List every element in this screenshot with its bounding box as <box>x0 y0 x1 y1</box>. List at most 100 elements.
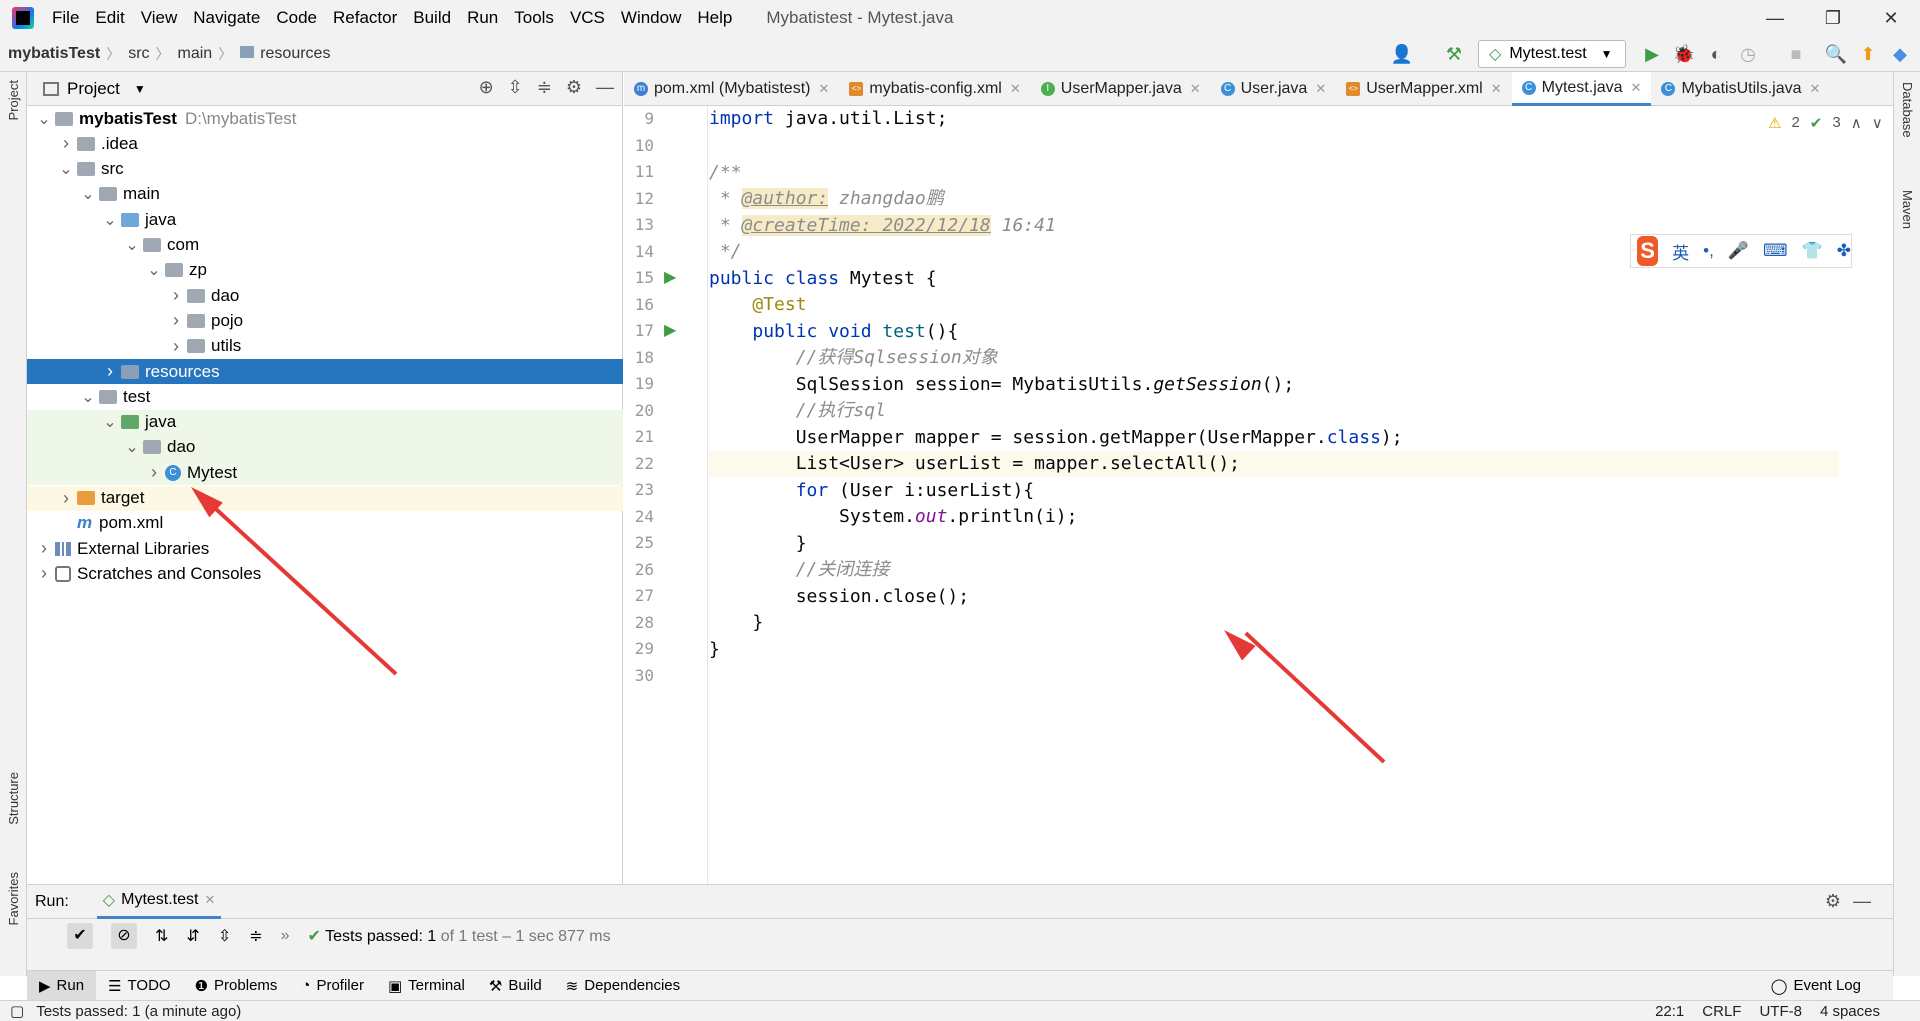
line-separator[interactable]: CRLF <box>1702 1003 1741 1020</box>
tree-node[interactable]: ⌄ zp <box>27 258 623 283</box>
chevron-right-icon[interactable]: › <box>167 336 185 357</box>
chevron-down-icon[interactable]: ⌄ <box>79 184 97 204</box>
editor-tab[interactable]: <> mybatis-config.xml ✕ <box>839 72 1030 106</box>
toolbox-grid-icon[interactable]: ✤ <box>1837 241 1851 261</box>
hide-icon[interactable]: — <box>596 77 614 98</box>
chevron-down-icon[interactable]: ▼ <box>134 82 146 96</box>
menu-view[interactable]: View <box>133 8 186 28</box>
tree-node[interactable]: ⌄ test <box>27 384 623 409</box>
sort-duration-icon[interactable]: ⇵ <box>186 926 199 946</box>
menu-navigate[interactable]: Navigate <box>185 8 268 28</box>
tree-node[interactable]: › .idea <box>27 131 623 156</box>
expand-all-icon[interactable]: ⇳ <box>508 77 523 98</box>
menu-edit[interactable]: Edit <box>87 8 132 28</box>
close-icon[interactable]: ✕ <box>1862 0 1920 36</box>
stop-icon[interactable]: ■ <box>1784 42 1808 66</box>
editor-tab[interactable]: C Mytest.java ✕ <box>1511 72 1652 106</box>
tool-window-build[interactable]: ⚒ Build <box>477 971 554 1001</box>
run-icon[interactable]: ▶ <box>1640 42 1664 66</box>
sort-alpha-icon[interactable]: ⇅ <box>155 926 168 946</box>
locate-icon[interactable]: ⊕ <box>479 77 494 98</box>
project-tool-tab[interactable]: Project <box>6 80 21 120</box>
microphone-icon[interactable]: 🎤 <box>1728 241 1749 261</box>
chevron-down-icon[interactable]: ⌄ <box>123 235 141 255</box>
chevron-right-icon[interactable]: › <box>35 563 53 584</box>
menu-refactor[interactable]: Refactor <box>325 8 405 28</box>
close-icon[interactable]: ✕ <box>1010 81 1021 97</box>
breadcrumb-project[interactable]: mybatisTest <box>0 45 106 63</box>
tree-node[interactable]: › External Libraries <box>27 536 623 561</box>
chevron-down-icon[interactable]: ⌄ <box>101 210 119 230</box>
tool-window-terminal[interactable]: ▣ Terminal <box>376 971 477 1001</box>
chevron-right-icon[interactable]: › <box>145 462 163 483</box>
menu-vcs[interactable]: VCS <box>562 8 613 28</box>
chevron-down-icon[interactable]: ⌄ <box>35 109 53 129</box>
run-configuration-select[interactable]: ◇ Mytest.test ▼ <box>1478 40 1626 68</box>
panel-toggle-icon[interactable]: ▢ <box>10 1002 24 1020</box>
tree-node[interactable]: ⌄ main <box>27 182 623 207</box>
chevron-down-icon[interactable]: ⌄ <box>101 412 119 432</box>
tree-node[interactable]: › dao <box>27 283 623 308</box>
chevron-right-icon[interactable]: › <box>57 133 75 154</box>
ime-language[interactable]: 英 <box>1672 239 1689 264</box>
keyboard-icon[interactable]: ⌨ <box>1763 241 1788 261</box>
ime-punct[interactable]: •, <box>1703 241 1714 261</box>
breadcrumb-main[interactable]: main <box>170 45 219 63</box>
editor-tab[interactable]: m pom.xml (Mybatistest) ✕ <box>624 72 839 106</box>
status-message[interactable]: Tests passed: 1 (a minute ago) <box>36 1003 241 1020</box>
tree-node[interactable]: › pojo <box>27 308 623 333</box>
close-icon[interactable]: ✕ <box>204 892 215 908</box>
favorites-tool-tab[interactable]: Favorites <box>6 872 21 925</box>
update-icon[interactable]: ⬆ <box>1856 42 1880 66</box>
tool-window-profiler[interactable]: ◔ Profiler <box>289 971 376 1001</box>
tree-node[interactable]: › Scratches and Consoles <box>27 561 623 586</box>
chevron-down-icon[interactable]: ⌄ <box>123 437 141 457</box>
close-icon[interactable]: ✕ <box>1631 80 1642 96</box>
chevron-down-icon[interactable]: ⌄ <box>57 159 75 179</box>
tree-node[interactable]: ⌄ dao <box>27 434 623 460</box>
caret-position[interactable]: 22:1 <box>1655 1003 1684 1020</box>
show-passed-icon[interactable]: ✔ <box>67 923 93 949</box>
event-log[interactable]: ◯ Event Log <box>1759 971 1873 1001</box>
minimize-icon[interactable]: — <box>1746 0 1804 36</box>
tool-window-dependencies[interactable]: ≋ Dependencies <box>554 971 692 1001</box>
chevron-down-icon[interactable]: ⌄ <box>145 260 163 280</box>
run-test-gutter-icon[interactable]: ▶ <box>664 320 682 339</box>
more-icon[interactable]: » <box>281 927 290 945</box>
menu-file[interactable]: File <box>44 8 87 28</box>
menu-run[interactable]: Run <box>459 8 506 28</box>
show-ignored-icon[interactable]: ⊘ <box>111 923 137 949</box>
tree-node[interactable]: › utils <box>27 334 623 359</box>
chevron-right-icon[interactable]: › <box>35 538 53 559</box>
indent-setting[interactable]: 4 spaces <box>1820 1003 1880 1020</box>
restore-icon[interactable]: ❐ <box>1804 0 1862 36</box>
tree-node[interactable]: m pom.xml <box>27 511 623 536</box>
collapse-all-icon[interactable]: ≑ <box>249 926 262 946</box>
chevron-right-icon[interactable]: › <box>167 310 185 331</box>
gear-icon[interactable]: ⚙ <box>566 77 582 98</box>
chevron-down-icon[interactable]: ∨ <box>1872 114 1883 132</box>
tree-node[interactable]: › target <box>27 485 623 511</box>
user-icon[interactable]: 👤 <box>1390 42 1414 66</box>
tree-node[interactable]: › C Mytest <box>27 460 623 486</box>
build-hammer-icon[interactable]: ⚒ <box>1442 42 1466 66</box>
chevron-down-icon[interactable]: ⌄ <box>79 387 97 407</box>
tree-node[interactable]: ⌄ mybatisTest D:\mybatisTest <box>27 106 623 131</box>
chevron-right-icon[interactable]: › <box>167 285 185 306</box>
project-panel-title[interactable]: Project <box>67 79 120 99</box>
structure-tool-tab[interactable]: Structure <box>6 772 21 825</box>
tree-node[interactable]: ⌄ com <box>27 233 623 258</box>
tree-node[interactable]: ⌄ java <box>27 207 623 232</box>
run-test-gutter-icon[interactable]: ▶ <box>664 267 682 286</box>
close-icon[interactable]: ✕ <box>1315 81 1326 97</box>
close-icon[interactable]: ✕ <box>1809 81 1820 97</box>
editor-tab[interactable]: C User.java ✕ <box>1211 72 1337 106</box>
tool-window-todo[interactable]: ☰ TODO <box>96 971 183 1001</box>
debug-icon[interactable]: 🐞 <box>1672 42 1696 66</box>
skin-icon[interactable]: 👕 <box>1802 241 1823 261</box>
tool-window-problems[interactable]: ❶ Problems <box>183 971 290 1001</box>
expand-all-icon[interactable]: ⇳ <box>218 926 231 946</box>
tree-node[interactable]: ⌄ src <box>27 157 623 182</box>
chevron-up-icon[interactable]: ∧ <box>1851 114 1862 132</box>
hide-icon[interactable]: — <box>1853 891 1871 912</box>
